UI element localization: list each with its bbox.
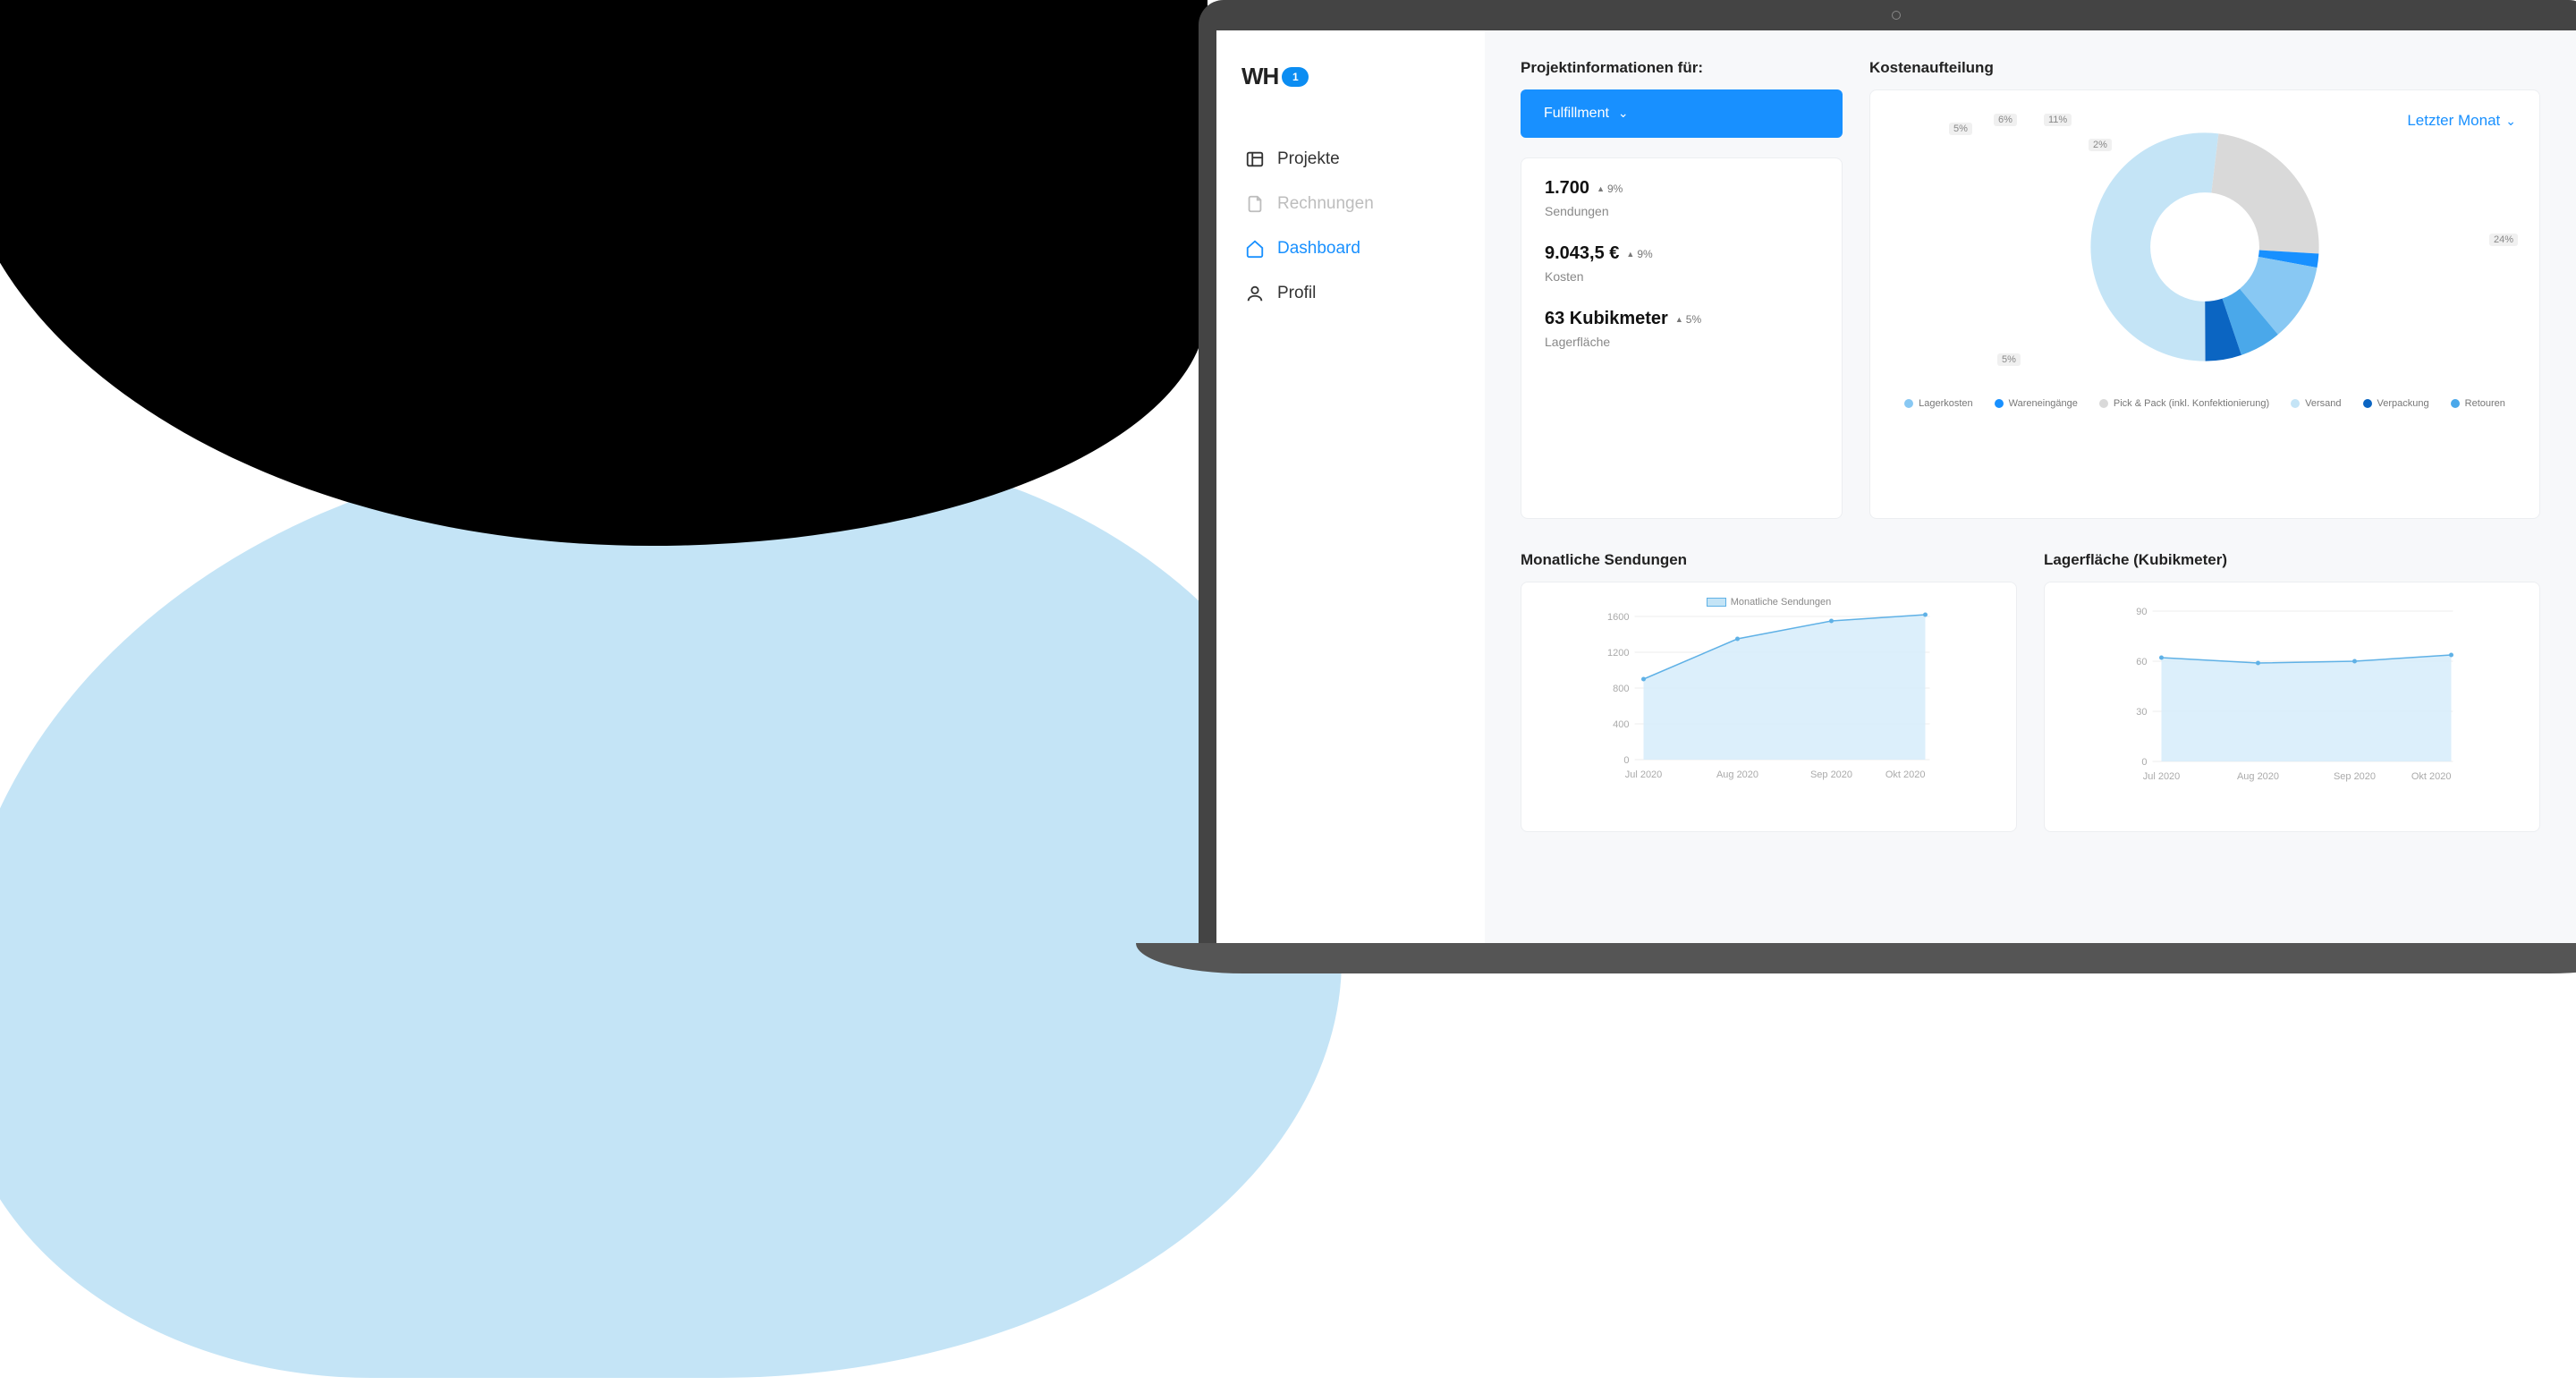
storage-area-column: Lagerfläche (Kubikmeter) 0 30 60 <box>2044 551 2540 832</box>
laptop-base <box>1136 943 2576 973</box>
main-content: Projektinformationen für: Fulfillment 1.… <box>1485 30 2576 943</box>
laptop-screen: WH 1 Projekte Rechnungen Dashboard <box>1199 30 2576 943</box>
invoice-icon <box>1245 194 1265 214</box>
storage-area-chart: 0 30 60 90 Jul 2020 Aug 2020 Sep 202 <box>2066 597 2518 797</box>
legend-versand: Versand <box>2291 398 2341 409</box>
donut-pct-label: 5% <box>1949 123 1972 135</box>
home-icon <box>1245 239 1265 259</box>
svg-text:Okt 2020: Okt 2020 <box>1885 769 1926 780</box>
legend-retouren: Retouren <box>2451 398 2505 409</box>
monthly-shipments-column: Monatliche Sendungen Monatliche Sendunge… <box>1521 551 2017 832</box>
monthly-legend: Monatliche Sendungen <box>1543 597 1995 608</box>
chevron-down-icon <box>1618 106 1629 122</box>
cost-breakdown-column: Kostenaufteilung Letzter Monat <box>1869 59 2540 519</box>
stat-value: 1.700 <box>1545 178 1589 199</box>
legend-wareneingaenge: Wareneingänge <box>1995 398 2078 409</box>
svg-text:0: 0 <box>1623 755 1629 766</box>
nav-rechnungen[interactable]: Rechnungen <box>1241 182 1460 226</box>
stat-label: Kosten <box>1545 269 1818 284</box>
stat-value: 9.043,5 € <box>1545 243 1619 264</box>
svg-text:800: 800 <box>1613 684 1629 694</box>
monthly-shipments-chart: 0 400 800 1200 1600 Jul 2020 Aug 202 <box>1543 608 1995 795</box>
stat-label: Lagerfläche <box>1545 335 1818 349</box>
donut-pct-label: 5% <box>1997 353 2021 366</box>
sidebar: WH 1 Projekte Rechnungen Dashboard <box>1216 30 1485 943</box>
project-dropdown-label: Fulfillment <box>1544 106 1609 122</box>
laptop-top-bezel <box>1199 0 2576 30</box>
donut-pct-label: 6% <box>1994 114 2017 126</box>
stat-lagerflaeche: 63 Kubikmeter 5% Lagerfläche <box>1545 309 1818 349</box>
svg-text:Sep 2020: Sep 2020 <box>2334 771 2376 782</box>
nav-projekte[interactable]: Projekte <box>1241 137 1460 182</box>
svg-text:Sep 2020: Sep 2020 <box>1810 769 1852 780</box>
donut-legend: Lagerkosten Wareneingänge Pick & Pack (i… <box>1894 398 2516 409</box>
cost-card: Letzter Monat <box>1869 89 2540 519</box>
nav-label: Dashboard <box>1277 239 1360 259</box>
svg-text:90: 90 <box>2136 607 2147 617</box>
legend-lagerkosten: Lagerkosten <box>1904 398 1973 409</box>
storage-area-card: 0 30 60 90 Jul 2020 Aug 2020 Sep 202 <box>2044 582 2540 832</box>
storage-title: Lagerfläche (Kubikmeter) <box>2044 551 2540 569</box>
nav-dashboard[interactable]: Dashboard <box>1241 226 1460 271</box>
profile-icon <box>1245 284 1265 303</box>
svg-text:1200: 1200 <box>1607 648 1629 659</box>
projects-icon <box>1245 149 1265 169</box>
stat-delta: 9% <box>1626 248 1652 260</box>
camera-icon <box>1892 11 1901 20</box>
svg-text:60: 60 <box>2136 657 2147 667</box>
donut-pct-label: 2% <box>2089 139 2112 151</box>
svg-text:1600: 1600 <box>1607 612 1629 623</box>
donut-pct-label: 11% <box>2044 114 2072 126</box>
svg-text:Jul 2020: Jul 2020 <box>2143 771 2181 782</box>
bg-blue-blob <box>0 447 1342 1378</box>
svg-text:400: 400 <box>1613 719 1629 730</box>
donut-pct-label: 24% <box>2489 234 2518 246</box>
laptop-frame: WH 1 Projekte Rechnungen Dashboard <box>1199 0 2576 973</box>
nav-label: Profil <box>1277 284 1316 303</box>
svg-text:Okt 2020: Okt 2020 <box>2411 771 2452 782</box>
legend-verpackung: Verpackung <box>2363 398 2429 409</box>
svg-text:Jul 2020: Jul 2020 <box>1625 769 1663 780</box>
stat-delta: 9% <box>1597 183 1623 195</box>
project-info-title: Projektinformationen für: <box>1521 59 1843 77</box>
logo-badge: 1 <box>1282 67 1309 87</box>
stat-sendungen: 1.700 9% Sendungen <box>1545 178 1818 218</box>
donut-chart <box>2075 117 2334 377</box>
stat-delta: 5% <box>1675 313 1701 326</box>
donut-chart-wrap: 5% 6% 11% 2% 24% 5% <box>1894 117 2516 377</box>
project-info-column: Projektinformationen für: Fulfillment 1.… <box>1521 59 1843 519</box>
monthly-shipments-card: Monatliche Sendungen 0 400 800 <box>1521 582 2017 832</box>
stat-kosten: 9.043,5 € 9% Kosten <box>1545 243 1818 284</box>
cost-title: Kostenaufteilung <box>1869 59 2540 77</box>
nav-label: Projekte <box>1277 149 1340 169</box>
bg-black-blob <box>0 0 1208 546</box>
stats-card: 1.700 9% Sendungen 9.043,5 € 9% Kosten <box>1521 157 1843 519</box>
stat-label: Sendungen <box>1545 204 1818 218</box>
svg-text:30: 30 <box>2136 707 2147 718</box>
logo-text: WH <box>1241 63 1278 90</box>
svg-text:Aug 2020: Aug 2020 <box>2237 771 2279 782</box>
svg-text:0: 0 <box>2141 757 2147 768</box>
nav-profil[interactable]: Profil <box>1241 271 1460 316</box>
monthly-title: Monatliche Sendungen <box>1521 551 2017 569</box>
stat-value: 63 Kubikmeter <box>1545 309 1668 329</box>
project-dropdown[interactable]: Fulfillment <box>1521 89 1843 138</box>
nav-label: Rechnungen <box>1277 194 1374 214</box>
legend-pickpack: Pick & Pack (inkl. Konfektionierung) <box>2099 398 2269 409</box>
logo: WH 1 <box>1241 63 1460 90</box>
svg-text:Aug 2020: Aug 2020 <box>1716 769 1758 780</box>
